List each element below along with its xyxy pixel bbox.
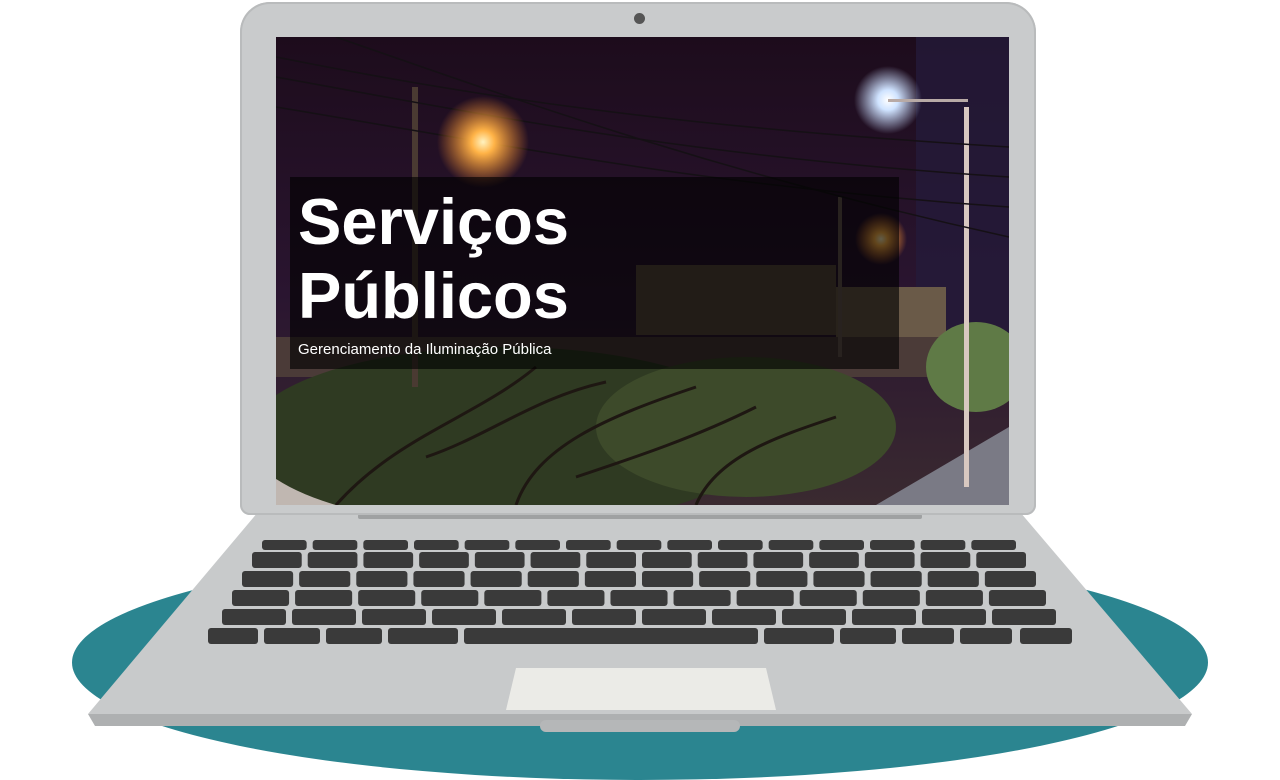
- keyboard-key[interactable]: [388, 628, 458, 644]
- keyboard-key[interactable]: [852, 609, 916, 625]
- hero-title: Serviços Públicos: [298, 185, 570, 332]
- laptop-foot: [540, 720, 740, 732]
- keyboard-key[interactable]: [252, 552, 302, 568]
- keyboard-key[interactable]: [292, 609, 356, 625]
- keyboard-key[interactable]: [515, 540, 560, 550]
- keyboard-key[interactable]: [572, 609, 636, 625]
- street-lamp-orange: [437, 96, 529, 188]
- keyboard-key[interactable]: [902, 628, 954, 644]
- keyboard-key[interactable]: [363, 540, 408, 550]
- keyboard-key[interactable]: [432, 609, 496, 625]
- keyboard-key[interactable]: [208, 628, 258, 644]
- keyboard-key[interactable]: [363, 552, 414, 568]
- keyboard-key[interactable]: [768, 540, 814, 550]
- keyboard-key[interactable]: [530, 552, 581, 568]
- keyboard-key[interactable]: [299, 571, 351, 587]
- keyboard-key[interactable]: [840, 628, 896, 644]
- keyboard-key[interactable]: [988, 590, 1046, 606]
- keyboard-key[interactable]: [610, 590, 668, 606]
- spacebar-key[interactable]: [464, 628, 758, 644]
- keyboard-key[interactable]: [673, 590, 731, 606]
- keyboard-key[interactable]: [547, 590, 605, 606]
- webcam-icon: [634, 13, 645, 24]
- keyboard-key[interactable]: [699, 571, 751, 587]
- keyboard-key[interactable]: [712, 609, 776, 625]
- keyboard-key[interactable]: [464, 540, 510, 550]
- keyboard-key[interactable]: [414, 540, 459, 550]
- keyboard-key[interactable]: [864, 552, 915, 568]
- keyboard-key[interactable]: [870, 571, 922, 587]
- keyboard-key[interactable]: [642, 552, 692, 568]
- keyboard-key[interactable]: [474, 552, 525, 568]
- keyboard-key[interactable]: [971, 540, 1016, 550]
- screen: Serviços Públicos Gerenciamento da Ilumi…: [276, 37, 1009, 505]
- keyboard-key[interactable]: [736, 590, 794, 606]
- keyboard-key[interactable]: [984, 571, 1036, 587]
- keyboard-key[interactable]: [813, 571, 865, 587]
- keyboard-key[interactable]: [232, 590, 290, 606]
- keyboard-key[interactable]: [925, 590, 983, 606]
- keyboard-key[interactable]: [307, 552, 358, 568]
- keyboard-key[interactable]: [920, 552, 971, 568]
- keyboard-key[interactable]: [992, 609, 1056, 625]
- keyboard-key[interactable]: [667, 540, 712, 550]
- keyboard-key[interactable]: [799, 590, 857, 606]
- keyboard-key[interactable]: [764, 628, 834, 644]
- keyboard-key[interactable]: [976, 552, 1026, 568]
- keyboard-key[interactable]: [819, 540, 864, 550]
- keyboard-key[interactable]: [356, 571, 408, 587]
- keyboard-key[interactable]: [960, 628, 1012, 644]
- keyboard-key[interactable]: [584, 571, 636, 587]
- keyboard-key[interactable]: [922, 609, 986, 625]
- keyboard-key[interactable]: [756, 571, 808, 587]
- keyboard-key[interactable]: [358, 590, 416, 606]
- hero-subtitle: Gerenciamento da Iluminação Pública: [298, 341, 552, 358]
- keyboard-key[interactable]: [262, 540, 307, 550]
- keyboard-key[interactable]: [718, 540, 763, 550]
- keyboard-key[interactable]: [242, 571, 294, 587]
- keyboard-key[interactable]: [697, 552, 748, 568]
- keyboard-key[interactable]: [502, 609, 566, 625]
- keyboard-key[interactable]: [413, 571, 465, 587]
- keyboard-key[interactable]: [586, 552, 636, 568]
- keyboard-key[interactable]: [421, 590, 479, 606]
- keyboard-key[interactable]: [920, 540, 966, 550]
- keyboard-key[interactable]: [222, 609, 286, 625]
- keyboard-key[interactable]: [753, 552, 804, 568]
- keyboard-key[interactable]: [927, 571, 979, 587]
- keyboard-key[interactable]: [870, 540, 915, 550]
- keyboard-key[interactable]: [326, 628, 382, 644]
- keyboard-key[interactable]: [809, 552, 859, 568]
- keyboard-key[interactable]: [362, 609, 426, 625]
- keyboard-key[interactable]: [470, 571, 522, 587]
- keyboard-key[interactable]: [295, 590, 353, 606]
- trackpad[interactable]: [506, 668, 776, 710]
- keyboard-key[interactable]: [616, 540, 662, 550]
- keyboard-key[interactable]: [484, 590, 542, 606]
- keyboard-key[interactable]: [1020, 628, 1072, 644]
- keyboard-key[interactable]: [862, 590, 920, 606]
- keyboard-key[interactable]: [419, 552, 469, 568]
- keyboard-key[interactable]: [642, 571, 694, 587]
- keyboard-key[interactable]: [527, 571, 579, 587]
- light-pole: [964, 107, 969, 487]
- keyboard-key[interactable]: [312, 540, 358, 550]
- keyboard-key[interactable]: [782, 609, 846, 625]
- keyboard-key[interactable]: [642, 609, 706, 625]
- keyboard-key[interactable]: [264, 628, 320, 644]
- keyboard-key[interactable]: [566, 540, 611, 550]
